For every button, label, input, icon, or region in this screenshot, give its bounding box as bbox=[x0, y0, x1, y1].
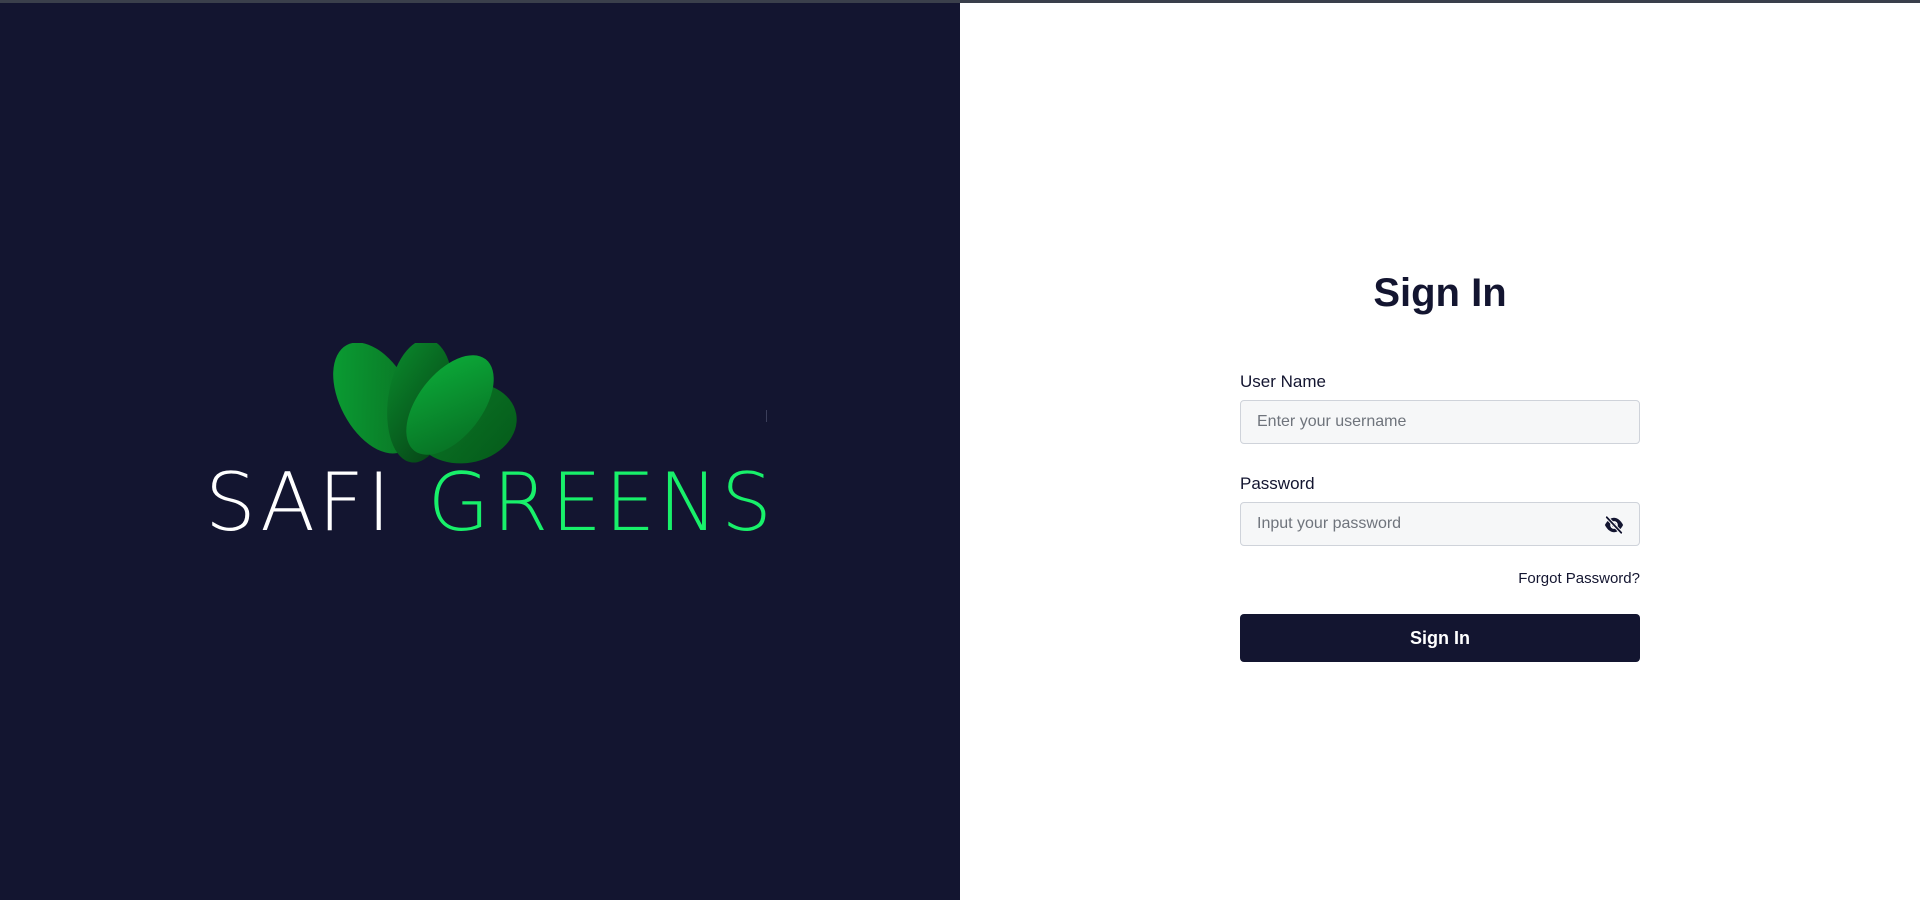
brand-panel: SAFI GREENS bbox=[0, 3, 960, 900]
sign-in-form: Sign In User Name Password Forgot Passwo… bbox=[1240, 268, 1640, 662]
password-field bbox=[1240, 502, 1640, 546]
username-input[interactable] bbox=[1241, 401, 1639, 443]
brand-wordmark: SAFI GREENS bbox=[205, 463, 775, 543]
brand-word-safi: SAFI bbox=[205, 456, 394, 549]
forgot-row: Forgot Password? bbox=[1240, 570, 1640, 588]
brand-word-greens: GREENS bbox=[427, 456, 775, 549]
username-label: User Name bbox=[1240, 372, 1326, 391]
password-label: Password bbox=[1240, 474, 1315, 493]
leaf-logo-icon bbox=[333, 343, 517, 464]
forgot-password-link[interactable]: Forgot Password? bbox=[1518, 570, 1640, 587]
divider-mark bbox=[766, 410, 767, 422]
safi-greens-logo: SAFI GREENS bbox=[205, 343, 772, 558]
eye-slash-icon[interactable] bbox=[1603, 515, 1625, 535]
password-input[interactable] bbox=[1241, 503, 1639, 545]
username-field bbox=[1240, 400, 1640, 444]
login-page: SAFI GREENS Sign In User Name Password bbox=[0, 0, 1920, 900]
page-title: Sign In bbox=[1373, 271, 1507, 315]
sign-in-button[interactable]: Sign In bbox=[1240, 614, 1640, 662]
form-panel: Sign In User Name Password Forgot Passwo… bbox=[960, 3, 1920, 900]
